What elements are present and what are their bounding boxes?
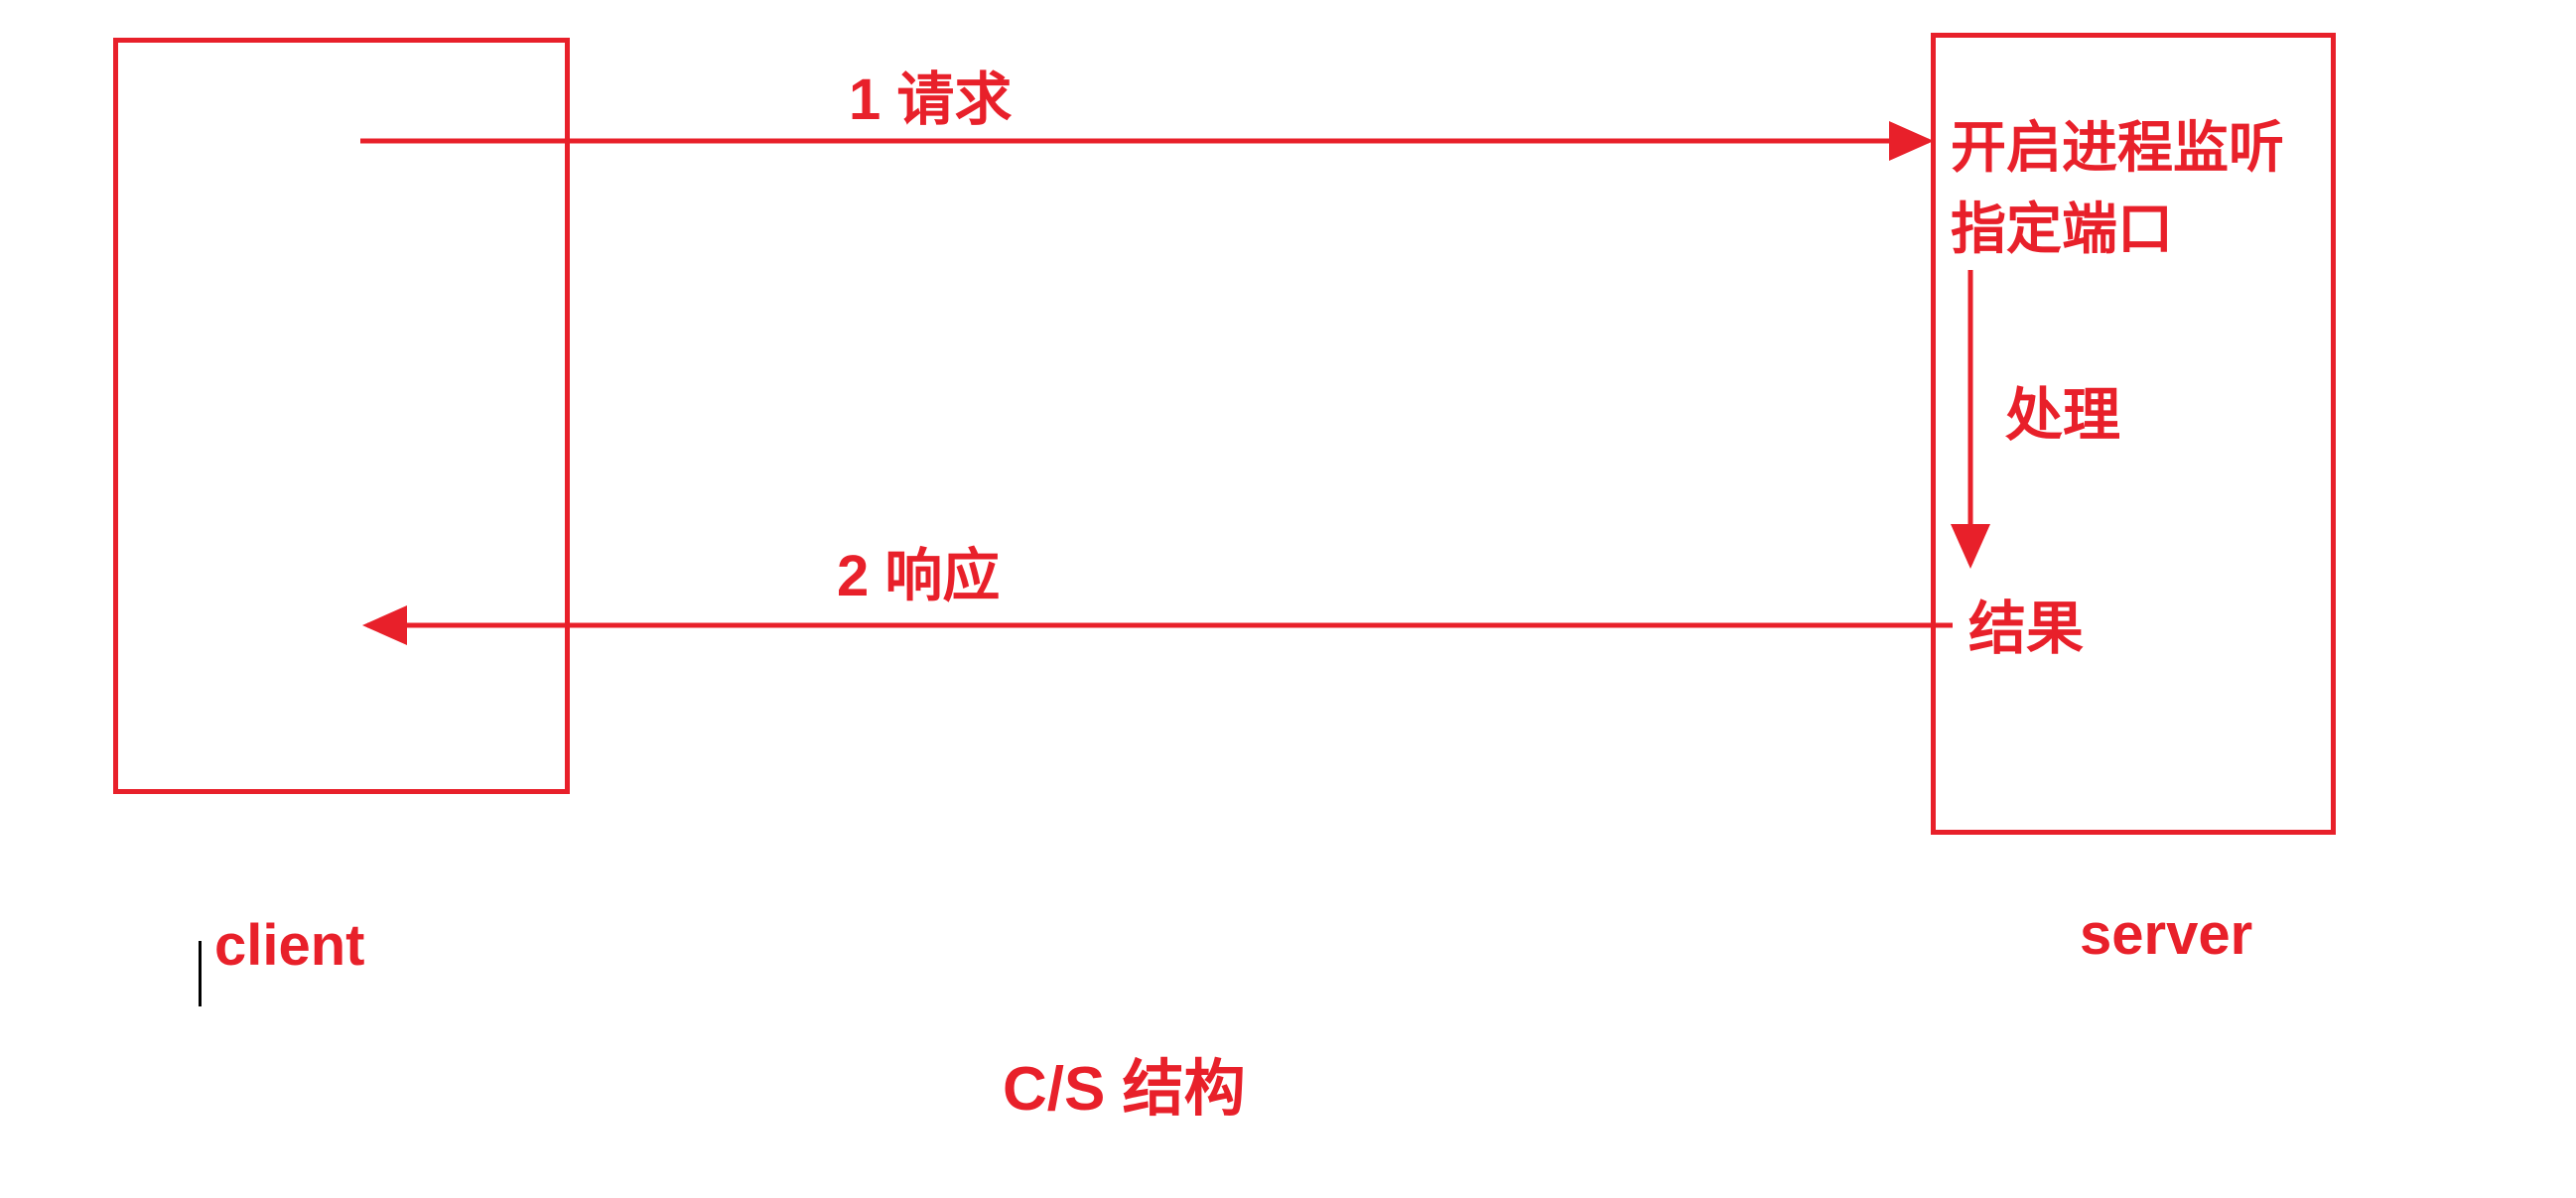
result-label: 结果	[1968, 597, 2085, 661]
diagram-caption: C/S 结构	[1003, 1055, 1246, 1124]
server-process-title: 开启进程监听指定端口	[1951, 116, 2284, 260]
response-label: 2 响应	[837, 544, 1001, 608]
process-label: 处理	[2005, 383, 2121, 448]
server-label: server	[2080, 902, 2253, 967]
text-cursor	[199, 941, 202, 1006]
request-label: 1 请求	[849, 67, 1013, 132]
client-label: client	[214, 913, 365, 978]
cs-architecture-diagram: 1 请求 2 响应 开启进程监听指定端口 处理 结果 client server…	[0, 0, 2576, 1198]
